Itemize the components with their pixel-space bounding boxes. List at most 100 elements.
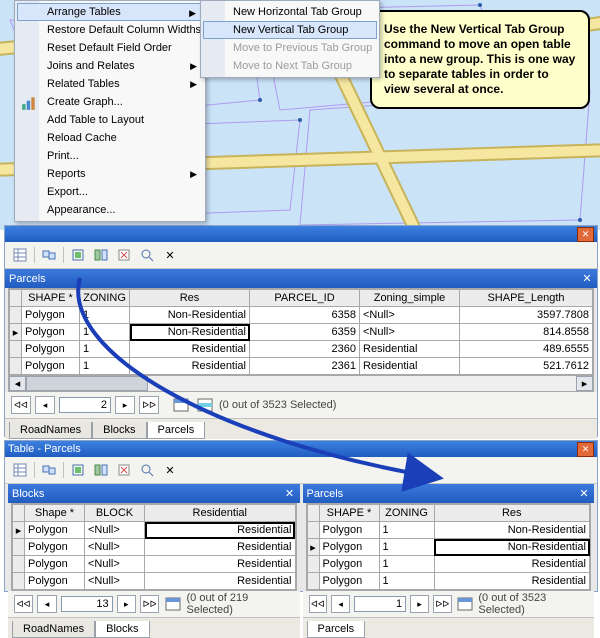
table-panel-lower: Table - Parcels ✕ ✕ Blocks✕ Shape *BLOCK… bbox=[4, 440, 598, 592]
last-record-button[interactable]: ᐅᐅ bbox=[140, 595, 159, 613]
column-header[interactable]: Res bbox=[434, 505, 590, 522]
menu-item[interactable]: Appearance... bbox=[17, 201, 203, 219]
menu-item[interactable]: Create Graph... bbox=[17, 93, 203, 111]
column-header[interactable]: BLOCK bbox=[85, 505, 145, 522]
show-all-records-icon[interactable] bbox=[171, 397, 191, 413]
select-by-attrs-icon[interactable] bbox=[67, 460, 89, 480]
column-header[interactable]: ZONING bbox=[80, 290, 130, 307]
table-toolbar: ✕ bbox=[5, 457, 597, 484]
tab-roadnames[interactable]: RoadNames bbox=[9, 422, 92, 439]
table-row[interactable]: Polygon<Null>Residential bbox=[13, 573, 296, 590]
prev-record-button[interactable]: ◂ bbox=[37, 595, 56, 613]
table-panel-upper: ✕ ✕ Parcels ✕ SHAPE *ZONINGResPARCEL_IDZ… bbox=[4, 225, 598, 437]
table-row[interactable]: Polygon1Residential2360Residential489.65… bbox=[10, 341, 593, 358]
tab-parcels[interactable]: Parcels bbox=[307, 621, 366, 638]
clear-selection-icon[interactable] bbox=[113, 245, 135, 265]
related-tables-icon[interactable] bbox=[38, 245, 60, 265]
column-header[interactable]: PARCEL_ID bbox=[250, 290, 360, 307]
related-tables-icon[interactable] bbox=[38, 460, 60, 480]
menu-item[interactable]: Export... bbox=[17, 183, 203, 201]
column-header[interactable]: Zoning_simple bbox=[360, 290, 460, 307]
scroll-right-icon[interactable]: ▸ bbox=[576, 376, 593, 391]
context-menu-main[interactable]: Arrange Tables▶Restore Default Column Wi… bbox=[14, 0, 206, 222]
column-header[interactable]: Res bbox=[130, 290, 250, 307]
menu-item[interactable]: New Horizontal Tab Group bbox=[203, 3, 377, 21]
next-record-button[interactable]: ▸ bbox=[410, 595, 429, 613]
table-row[interactable]: ▸Polygon1Non-Residential6359<Null>814.85… bbox=[10, 324, 593, 341]
tab-close-icon[interactable]: ✕ bbox=[581, 273, 593, 285]
split-left: Blocks✕ Shape *BLOCKResidential▸Polygon<… bbox=[8, 484, 300, 638]
menu-item[interactable]: New Vertical Tab Group bbox=[203, 21, 377, 39]
delete-selection-icon[interactable]: ✕ bbox=[159, 245, 181, 265]
menu-item[interactable]: Related Tables▶ bbox=[17, 75, 203, 93]
first-record-button[interactable]: ᐊᐊ bbox=[11, 396, 31, 414]
switch-selection-icon[interactable] bbox=[90, 460, 112, 480]
menu-item[interactable]: Reset Default Field Order bbox=[17, 39, 203, 57]
switch-selection-icon[interactable] bbox=[90, 245, 112, 265]
menu-item: Move to Next Tab Group bbox=[203, 57, 377, 75]
current-record-field[interactable] bbox=[61, 596, 113, 612]
show-selected-records-icon[interactable] bbox=[195, 397, 215, 413]
table-row[interactable]: Polygon1Non-Residential bbox=[307, 522, 590, 539]
tab-roadnames[interactable]: RoadNames bbox=[12, 621, 95, 638]
close-icon[interactable]: ✕ bbox=[577, 227, 594, 242]
current-record-field[interactable] bbox=[354, 596, 406, 612]
instruction-callout: Use the New Vertical Tab Group command t… bbox=[370, 10, 590, 109]
selection-count-text: (0 out of 3523 Selected) bbox=[219, 399, 336, 411]
next-record-button[interactable]: ▸ bbox=[117, 595, 136, 613]
next-record-button[interactable]: ▸ bbox=[115, 396, 135, 414]
current-record-field[interactable] bbox=[59, 397, 111, 413]
show-all-records-icon[interactable] bbox=[456, 596, 475, 612]
selection-count-text: (0 out of 3523 Selected) bbox=[478, 592, 588, 616]
column-header[interactable]: SHAPE * bbox=[22, 290, 80, 307]
table-row[interactable]: Polygon<Null>Residential bbox=[13, 539, 296, 556]
column-header[interactable]: Residential bbox=[145, 505, 296, 522]
prev-record-button[interactable]: ◂ bbox=[35, 396, 55, 414]
table-row[interactable]: Polygon<Null>Residential bbox=[13, 556, 296, 573]
table-row[interactable]: ▸Polygon1Non-Residential bbox=[307, 539, 590, 556]
table-row[interactable]: Polygon1Residential2361Residential521.76… bbox=[10, 358, 593, 375]
column-header[interactable]: ZONING bbox=[379, 505, 434, 522]
table-toolbar: ✕ bbox=[5, 242, 597, 269]
first-record-button[interactable]: ᐊᐊ bbox=[309, 595, 328, 613]
horizontal-scrollbar[interactable]: ◂ ▸ bbox=[8, 376, 594, 392]
menu-item[interactable]: Print... bbox=[17, 147, 203, 165]
menu-item[interactable]: Reload Cache bbox=[17, 129, 203, 147]
show-all-records-icon[interactable] bbox=[163, 596, 182, 612]
column-header[interactable]: SHAPE_Length bbox=[460, 290, 593, 307]
selection-count-text: (0 out of 219 Selected) bbox=[186, 592, 293, 616]
tab-parcels[interactable]: Parcels bbox=[147, 422, 206, 439]
tab-close-icon[interactable]: ✕ bbox=[284, 488, 296, 500]
table-row[interactable]: Polygon1Residential bbox=[307, 573, 590, 590]
scroll-thumb[interactable] bbox=[26, 376, 148, 391]
tab-blocks[interactable]: Blocks bbox=[95, 621, 149, 638]
table-row[interactable]: Polygon1Non-Residential6358<Null>3597.78… bbox=[10, 307, 593, 324]
table-row[interactable]: ▸Polygon<Null>Residential bbox=[13, 522, 296, 539]
menu-item[interactable]: Reports▶ bbox=[17, 165, 203, 183]
table-options-icon[interactable] bbox=[9, 460, 31, 480]
menu-item[interactable]: Arrange Tables▶ bbox=[17, 3, 203, 21]
context-menu-arrange-tables[interactable]: New Horizontal Tab GroupNew Vertical Tab… bbox=[200, 0, 380, 78]
last-record-button[interactable]: ᐅᐅ bbox=[433, 595, 452, 613]
table-options-icon[interactable] bbox=[9, 245, 31, 265]
menu-item[interactable]: Joins and Relates▶ bbox=[17, 57, 203, 75]
column-header[interactable]: SHAPE * bbox=[319, 505, 379, 522]
last-record-button[interactable]: ᐅᐅ bbox=[139, 396, 159, 414]
zoom-selection-icon[interactable] bbox=[136, 460, 158, 480]
scroll-left-icon[interactable]: ◂ bbox=[9, 376, 26, 391]
data-grid[interactable]: SHAPE *ZONINGResPARCEL_IDZoning_simpleSH… bbox=[8, 288, 594, 376]
window-titlebar[interactable]: Table - Parcels ✕ bbox=[5, 441, 597, 457]
prev-record-button[interactable]: ◂ bbox=[331, 595, 350, 613]
tab-close-icon[interactable]: ✕ bbox=[578, 488, 590, 500]
menu-item[interactable]: Add Table to Layout bbox=[17, 111, 203, 129]
table-row[interactable]: Polygon1Residential bbox=[307, 556, 590, 573]
close-icon[interactable]: ✕ bbox=[577, 442, 594, 457]
zoom-selection-icon[interactable] bbox=[136, 245, 158, 265]
delete-selection-icon[interactable]: ✕ bbox=[159, 460, 181, 480]
menu-item[interactable]: Restore Default Column Widths bbox=[17, 21, 203, 39]
first-record-button[interactable]: ᐊᐊ bbox=[14, 595, 33, 613]
column-header[interactable]: Shape * bbox=[25, 505, 85, 522]
tab-blocks[interactable]: Blocks bbox=[92, 422, 146, 439]
clear-selection-icon[interactable] bbox=[113, 460, 135, 480]
select-by-attrs-icon[interactable] bbox=[67, 245, 89, 265]
